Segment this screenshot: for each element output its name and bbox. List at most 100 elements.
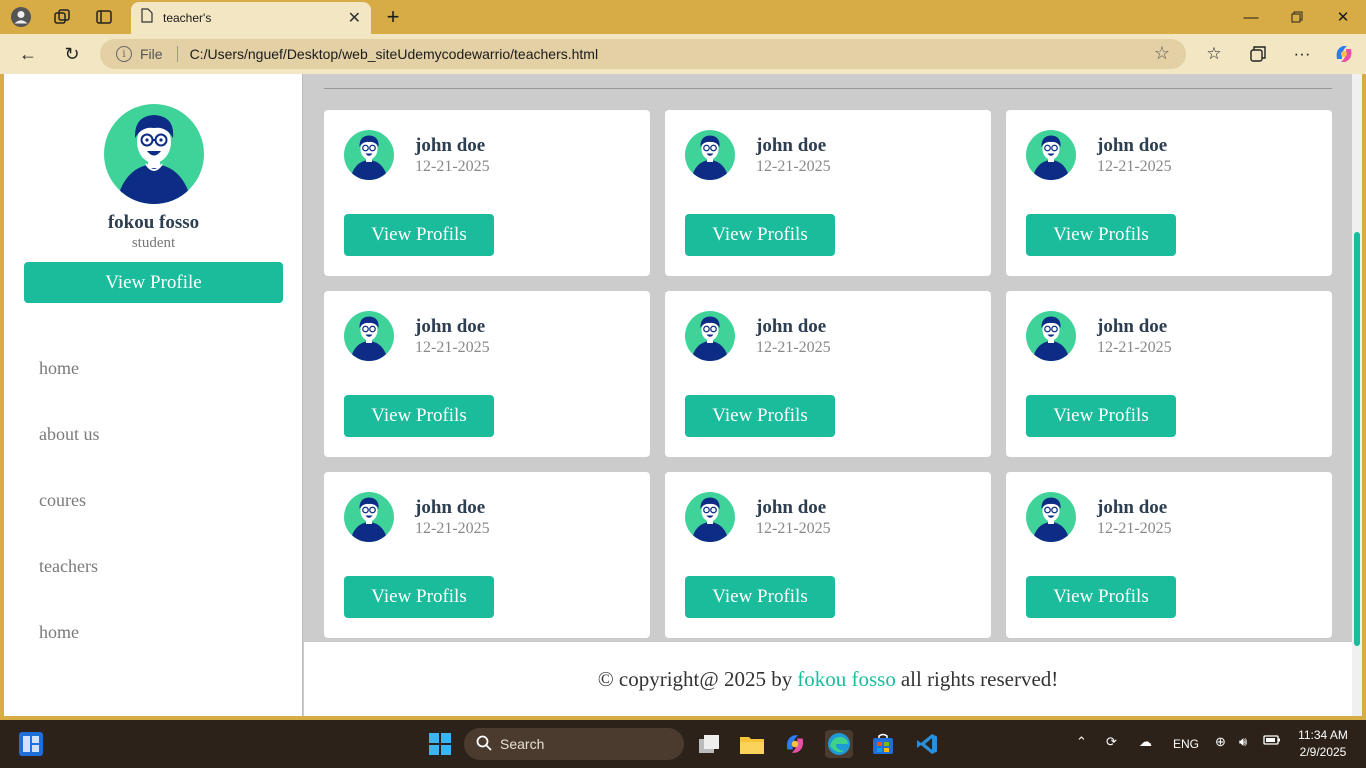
avatar — [344, 130, 394, 180]
teacher-name: john doe — [415, 497, 486, 518]
sidebar-item-home[interactable]: home — [39, 358, 79, 379]
chevron-up-icon[interactable]: ⌃ — [1076, 734, 1087, 750]
profile-name: fokou fosso — [107, 212, 200, 233]
collections-icon[interactable] — [1245, 42, 1271, 66]
teacher-card: john doe 12-21-2025 View Profils — [324, 291, 650, 457]
copilot-icon[interactable] — [1331, 42, 1357, 66]
search-icon — [476, 735, 492, 754]
battery-icon[interactable] — [1263, 734, 1281, 749]
network-icon[interactable]: ⊕ — [1215, 734, 1226, 750]
teacher-date: 12-21-2025 — [415, 520, 490, 537]
new-tab-icon[interactable]: + — [382, 4, 404, 29]
more-icon[interactable]: ··· — [1289, 42, 1315, 66]
teacher-date: 12-21-2025 — [415, 339, 490, 356]
sidebar-item-teachers[interactable]: teachers — [39, 556, 98, 577]
section-divider — [324, 88, 1332, 89]
taskbar-search[interactable]: Search — [464, 728, 684, 760]
avatar — [685, 492, 735, 542]
teacher-card: john doe 12-21-2025 View Profils — [324, 110, 650, 276]
view-profils-button[interactable]: View Profils — [685, 576, 835, 618]
sidebar-item-home-2[interactable]: home — [39, 622, 79, 643]
onedrive-icon[interactable]: ☁ — [1139, 734, 1152, 750]
widgets-icon[interactable] — [17, 730, 45, 758]
minimize-icon[interactable]: — — [1228, 4, 1274, 30]
info-icon[interactable]: i — [116, 46, 132, 62]
back-icon[interactable]: ← — [16, 42, 40, 66]
teacher-date: 12-21-2025 — [756, 158, 831, 175]
teacher-name: john doe — [1097, 135, 1168, 156]
address-bar-row: ← ↻ i File C:/Users/nguef/Desktop/web_si… — [0, 34, 1366, 74]
profile-role: student — [131, 235, 176, 251]
footer-author-link[interactable]: fokou fosso — [797, 667, 896, 692]
view-profils-button[interactable]: View Profils — [1026, 576, 1176, 618]
profile-icon[interactable] — [10, 6, 32, 28]
teacher-card: john doe 12-21-2025 View Profils — [665, 472, 991, 638]
avatar — [1026, 311, 1076, 361]
taskbar-clock[interactable]: 11:34 AM 2/9/2025 — [1290, 727, 1356, 761]
windows-start-icon[interactable] — [426, 730, 454, 758]
close-icon[interactable]: ✕ — [348, 8, 361, 28]
restore-icon[interactable] — [1274, 4, 1320, 30]
view-profile-button[interactable]: View Profile — [24, 262, 283, 303]
avatar — [1026, 130, 1076, 180]
view-profils-button[interactable]: View Profils — [1026, 395, 1176, 437]
view-profils-button[interactable]: View Profils — [685, 395, 835, 437]
refresh-icon[interactable]: ↻ — [60, 42, 84, 66]
teacher-date: 12-21-2025 — [756, 520, 831, 537]
view-profils-button[interactable]: View Profils — [344, 214, 494, 256]
teacher-card: john doe 12-21-2025 View Profils — [324, 472, 650, 638]
view-profils-button[interactable]: View Profils — [1026, 214, 1176, 256]
copilot-app-icon[interactable] — [781, 730, 809, 758]
teacher-date: 12-21-2025 — [756, 339, 831, 356]
volume-icon[interactable]: 🔊︎ — [1239, 734, 1247, 750]
favorites-icon[interactable]: ☆ — [1201, 42, 1227, 66]
close-window-icon[interactable]: ✕ — [1320, 4, 1366, 30]
teacher-date: 12-21-2025 — [1097, 520, 1172, 537]
teacher-card: john doe 12-21-2025 View Profils — [665, 110, 991, 276]
browser-titlebar: teacher's ✕ + — ✕ — [0, 0, 1366, 34]
scrollbar[interactable] — [1352, 74, 1362, 716]
task-view-icon[interactable] — [695, 730, 723, 758]
taskbar: Search ⌃ ⟳ ☁ ENG ⊕ 🔊︎ 11:34 AM 2/9/2025 — [0, 720, 1366, 768]
page-viewport: fokou fosso student View Profile home ab… — [4, 74, 1362, 716]
avatar — [104, 104, 204, 204]
language-indicator[interactable]: ENG — [1173, 737, 1199, 751]
sidebar-item-coures[interactable]: coures — [39, 490, 86, 511]
favorite-star-icon[interactable]: ☆ — [1154, 43, 1170, 64]
clock-date: 2/9/2025 — [1299, 745, 1347, 759]
url-separator — [176, 46, 178, 62]
teacher-name: john doe — [1097, 316, 1168, 337]
tab-actions-icon[interactable] — [93, 6, 115, 28]
view-profils-button[interactable]: View Profils — [685, 214, 835, 256]
url-field[interactable]: i File C:/Users/nguef/Desktop/web_siteUd… — [100, 39, 1186, 69]
avatar — [344, 311, 394, 361]
teacher-name: john doe — [756, 316, 827, 337]
edge-icon[interactable] — [825, 730, 853, 758]
sidebar-item-about-us[interactable]: about us — [39, 424, 100, 445]
teacher-card: john doe 12-21-2025 View Profils — [665, 291, 991, 457]
browser-tab[interactable]: teacher's ✕ — [131, 2, 371, 34]
teacher-date: 12-21-2025 — [415, 158, 490, 175]
avatar — [1026, 492, 1076, 542]
view-profils-button[interactable]: View Profils — [344, 395, 494, 437]
teacher-name: john doe — [1097, 497, 1168, 518]
store-icon[interactable] — [869, 730, 897, 758]
footer-rights: all rights reserved! — [900, 666, 1059, 691]
footer-copyright: © copyright@ 2025 by — [597, 666, 793, 691]
scrollbar-thumb[interactable] — [1354, 232, 1360, 646]
file-explorer-icon[interactable] — [738, 730, 766, 758]
teacher-card: john doe 12-21-2025 View Profils — [1006, 291, 1332, 457]
url-text: C:/Users/nguef/Desktop/web_siteUdemycode… — [189, 46, 599, 62]
teacher-card: john doe 12-21-2025 View Profils — [1006, 472, 1332, 638]
page-icon — [141, 8, 153, 28]
workspaces-icon[interactable] — [51, 6, 73, 28]
url-scheme: File — [140, 46, 163, 62]
teacher-name: john doe — [756, 497, 827, 518]
vscode-icon[interactable] — [913, 730, 941, 758]
teacher-name: john doe — [756, 135, 827, 156]
teacher-card: john doe 12-21-2025 View Profils — [1006, 110, 1332, 276]
view-profils-button[interactable]: View Profils — [344, 576, 494, 618]
teacher-name: john doe — [415, 135, 486, 156]
avatar — [685, 311, 735, 361]
sync-icon[interactable]: ⟳ — [1106, 734, 1117, 750]
